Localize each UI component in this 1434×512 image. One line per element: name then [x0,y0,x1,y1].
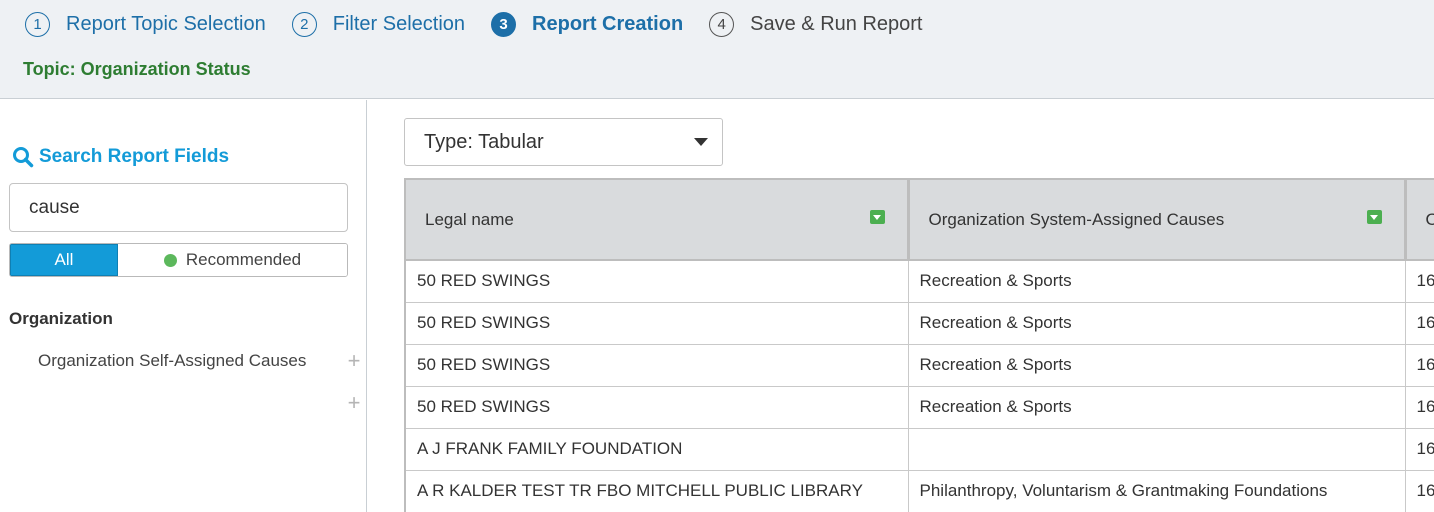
cell-causes: Recreation & Sports [908,260,1406,303]
step-number-2: 2 [291,12,317,37]
recommended-dot-icon [163,253,177,267]
step-number-1: 1 [25,12,50,37]
search-icon [13,147,34,168]
table-header-row: Legal name Organization System-Assigned … [406,180,1434,261]
cell-causes: Recreation & Sports [908,302,1406,345]
search-report-fields-heading: Search Report Fields [12,146,229,168]
step-label: Report Topic Selection [66,13,266,35]
table-row: A R KALDER TEST TR FBO MITCHELL PUBLIC L… [406,470,1434,512]
step-label: Report Creation [532,13,684,35]
toggle-all-button[interactable]: All [10,244,118,276]
column-header-legal-name[interactable]: Legal name [406,180,910,261]
column-header-label: O [1426,210,1434,229]
cell-col3: 16 [1405,428,1434,471]
cell-legal-name: A J FRANK FAMILY FOUNDATION [406,428,909,471]
table-row: 50 RED SWINGS Recreation & Sports 16 [406,302,1434,345]
add-field-plus-icon[interactable]: + [343,390,365,416]
cell-col3: 16 [1405,386,1434,429]
cell-col3: 16 [1405,302,1434,345]
step-label: Filter Selection [332,13,466,35]
field-item-2[interactable]: + [38,388,363,418]
column-header-label: Legal name [425,209,514,229]
field-item-self-assigned-causes[interactable]: Organization Self-Assigned Causes + [38,346,363,376]
group-organization: Organization [9,309,113,328]
cell-legal-name: 50 RED SWINGS [406,344,909,387]
cell-col3: 16 [1405,344,1434,387]
column-menu-icon[interactable] [1366,210,1382,224]
column-header-label: Organization System-Assigned Causes [928,209,1225,229]
step-number-4: 4 [709,12,735,37]
field-filter-toggle: All Recommended [9,243,348,277]
step-number-3: 3 [491,12,517,37]
field-sidebar: Search Report Fields All Recommended Org… [0,100,367,512]
search-title-text: Search Report Fields [39,146,230,167]
step-report-topic-selection[interactable]: 1 Report Topic Selection [25,12,266,37]
toggle-recommended-button[interactable]: Recommended [118,244,347,276]
table-row: 50 RED SWINGS Recreation & Sports 16 [406,344,1434,387]
cell-legal-name: 50 RED SWINGS [406,302,909,345]
report-preview-table: Legal name Organization System-Assigned … [404,178,1434,512]
cell-legal-name: A R KALDER TEST TR FBO MITCHELL PUBLIC L… [406,470,909,512]
step-label: Save & Run Report [750,13,923,35]
table-row: 50 RED SWINGS Recreation & Sports 16 [406,260,1434,303]
cell-col3: 16 [1405,470,1434,512]
column-header-3[interactable]: O [1405,180,1434,261]
cell-legal-name: 50 RED SWINGS [406,260,909,303]
report-type-select[interactable]: Type: Tabular [404,118,723,166]
topic-label: Topic: Organization Status [23,59,251,79]
cell-causes: Philanthropy, Voluntarism & Grantmaking … [908,470,1406,512]
cell-col3: 16 [1405,260,1434,303]
chevron-down-icon [694,138,708,146]
field-item-label: Organization Self-Assigned Causes [38,351,307,370]
step-save-run-report[interactable]: 4 Save & Run Report [709,12,922,37]
column-menu-icon[interactable] [869,210,885,224]
cell-causes [908,428,1406,471]
wizard-header: 1 Report Topic Selection 2 Filter Select… [0,0,1434,99]
report-type-value: Type: Tabular [424,130,544,153]
step-report-creation[interactable]: 3 Report Creation [491,12,683,37]
cell-causes: Recreation & Sports [908,386,1406,429]
table-row: A J FRANK FAMILY FOUNDATION 16 [406,428,1434,471]
add-field-plus-icon[interactable]: + [343,348,365,374]
step-filter-selection[interactable]: 2 Filter Selection [291,12,466,37]
table-row: 50 RED SWINGS Recreation & Sports 16 [406,386,1434,429]
wizard-steps: 1 Report Topic Selection 2 Filter Select… [25,12,948,37]
column-header-system-assigned-causes[interactable]: Organization System-Assigned Causes [908,180,1407,261]
cell-legal-name: 50 RED SWINGS [406,386,909,429]
recommended-label: Recommended [185,250,302,269]
cell-causes: Recreation & Sports [908,344,1406,387]
search-input[interactable] [9,183,348,232]
